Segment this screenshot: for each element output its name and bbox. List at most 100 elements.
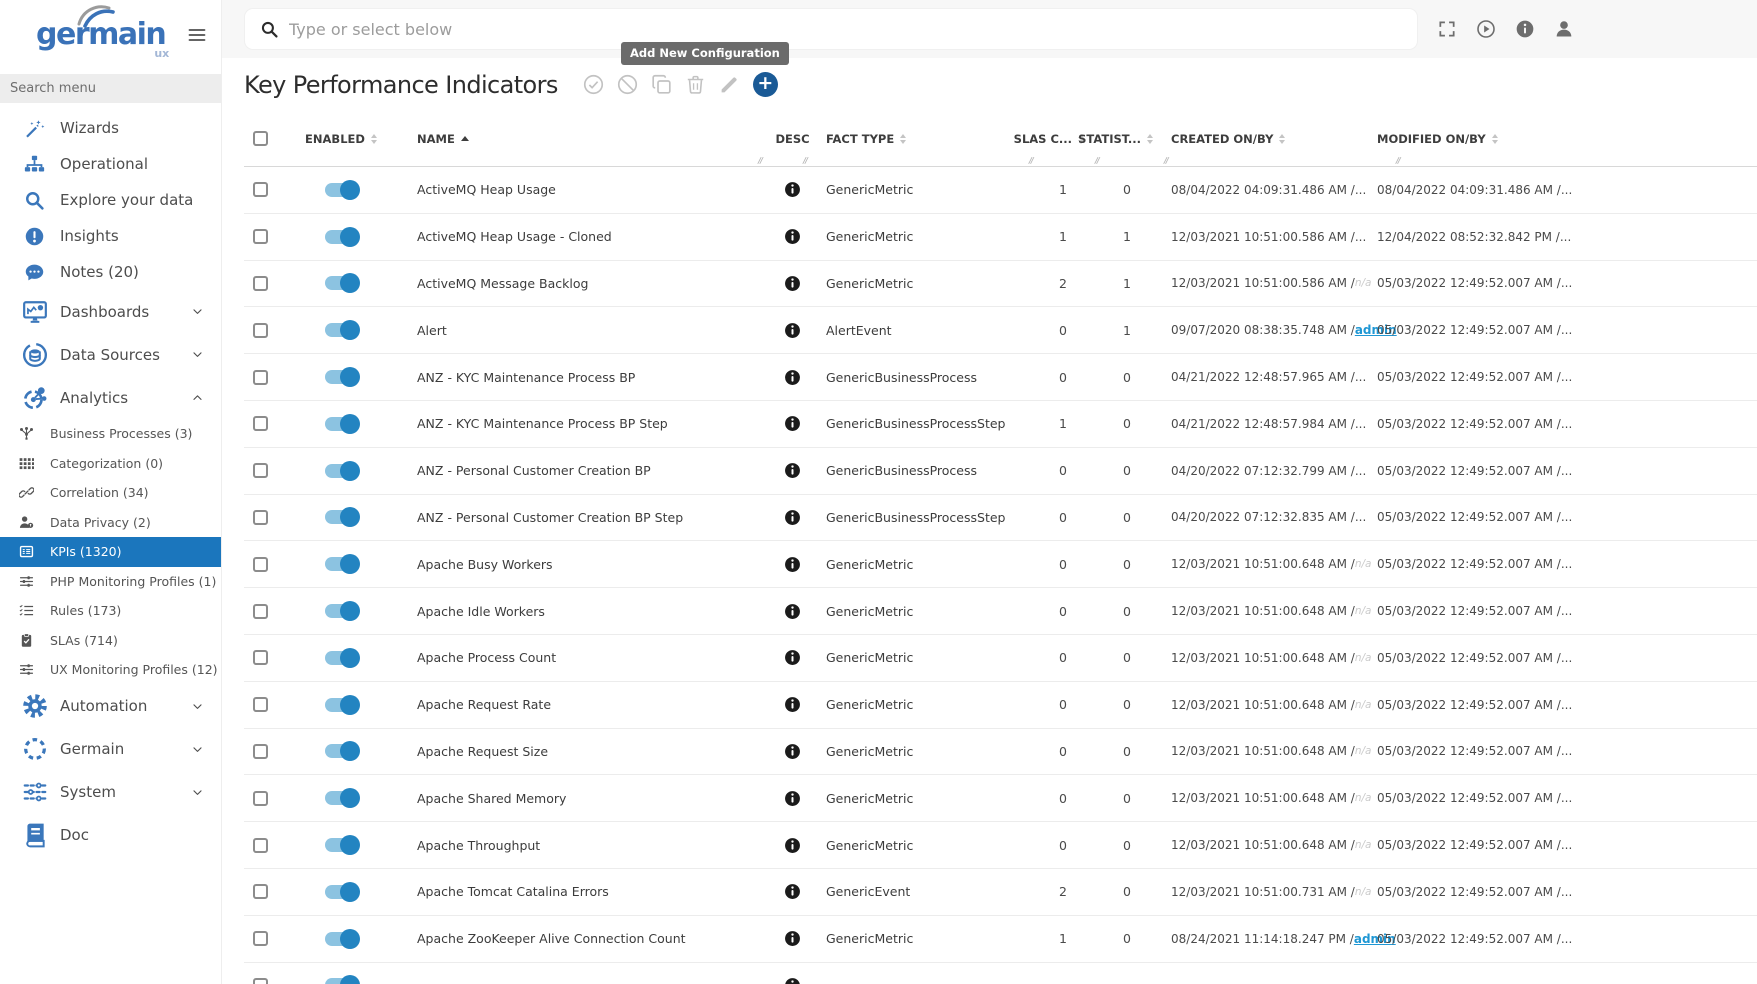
enabled-toggle[interactable] bbox=[325, 370, 358, 384]
sidebar-search-input[interactable] bbox=[10, 81, 190, 96]
description-info-icon[interactable] bbox=[784, 883, 801, 900]
column-resize-handle[interactable]: ∕∕ bbox=[1095, 156, 1099, 165]
column-header-slas-count[interactable]: SLAS C... ∕∕ bbox=[1005, 111, 1071, 166]
row-checkbox[interactable] bbox=[253, 650, 268, 665]
description-info-icon[interactable] bbox=[784, 837, 801, 854]
sidebar-subitem-slas-714[interactable]: SLAs (714) bbox=[0, 626, 221, 656]
column-resize-handle[interactable]: ∕∕ bbox=[1029, 156, 1033, 165]
row-checkbox[interactable] bbox=[253, 931, 268, 946]
kpi-name[interactable]: Apache Request Size bbox=[398, 729, 770, 775]
info-icon[interactable] bbox=[1515, 19, 1535, 39]
kpi-name[interactable]: ANZ - Personal Customer Creation BP bbox=[398, 448, 770, 494]
kpi-name[interactable]: Apache Shared Memory bbox=[398, 775, 770, 821]
description-info-icon[interactable] bbox=[784, 930, 801, 947]
sidebar-item-explore-your-data[interactable]: Explore your data bbox=[0, 182, 221, 218]
row-checkbox[interactable] bbox=[253, 510, 268, 525]
sidebar-item-operational[interactable]: Operational bbox=[0, 146, 221, 182]
sidebar-subitem-categorization-0[interactable]: Categorization (0) bbox=[0, 449, 221, 479]
enabled-toggle[interactable] bbox=[325, 557, 358, 571]
column-resize-handle[interactable]: ∕∕ bbox=[758, 156, 762, 165]
description-info-icon[interactable] bbox=[784, 415, 801, 432]
kpi-name[interactable]: Apache Request Rate bbox=[398, 682, 770, 728]
row-checkbox[interactable] bbox=[253, 884, 268, 899]
description-info-icon[interactable] bbox=[784, 181, 801, 198]
enabled-toggle[interactable] bbox=[325, 838, 358, 852]
sidebar-subitem-php-monitoring-profiles-1[interactable]: PHP Monitoring Profiles (1) bbox=[0, 567, 221, 597]
sidebar-item-wizards[interactable]: Wizards bbox=[0, 110, 221, 146]
disable-ban-circle-icon[interactable] bbox=[617, 74, 638, 95]
sort-icon[interactable] bbox=[1492, 134, 1498, 144]
row-checkbox[interactable] bbox=[253, 838, 268, 853]
sort-icon[interactable] bbox=[371, 134, 377, 144]
enabled-toggle[interactable] bbox=[325, 417, 358, 431]
description-info-icon[interactable] bbox=[784, 509, 801, 526]
enabled-toggle[interactable] bbox=[325, 791, 358, 805]
enabled-toggle[interactable] bbox=[325, 464, 358, 478]
enabled-toggle[interactable] bbox=[325, 276, 358, 290]
kpi-name[interactable]: Apache ZooKeeper Alive Connection Count bbox=[398, 916, 770, 962]
sidebar-search[interactable] bbox=[0, 74, 221, 103]
sidebar-subitem-kpis-1320[interactable]: KPIs (1320) bbox=[0, 537, 221, 567]
row-checkbox[interactable] bbox=[253, 323, 268, 338]
enabled-toggle[interactable] bbox=[325, 932, 358, 946]
enabled-toggle[interactable] bbox=[325, 744, 358, 758]
user-icon[interactable] bbox=[1554, 19, 1574, 39]
column-header-created-on-by[interactable]: CREATED ON/BY ∕∕ bbox=[1140, 111, 1372, 166]
enabled-toggle[interactable] bbox=[325, 698, 358, 712]
column-resize-handle[interactable]: ∕∕ bbox=[1164, 156, 1168, 165]
enabled-toggle[interactable] bbox=[325, 651, 358, 665]
sidebar-subitem-data-privacy-2[interactable]: Data Privacy (2) bbox=[0, 508, 221, 538]
sidebar-item-notes-20[interactable]: Notes (20) bbox=[0, 254, 221, 290]
enable-check-circle-icon[interactable] bbox=[583, 74, 604, 95]
column-header-name[interactable]: NAME ∕∕ bbox=[398, 111, 770, 166]
sort-icon[interactable] bbox=[900, 134, 906, 144]
enabled-toggle[interactable] bbox=[325, 604, 358, 618]
play-icon[interactable] bbox=[1476, 19, 1496, 39]
kpi-name[interactable]: ActiveMQ Heap Usage - Cloned bbox=[398, 214, 770, 260]
row-checkbox[interactable] bbox=[253, 604, 268, 619]
row-checkbox[interactable] bbox=[253, 744, 268, 759]
description-info-icon[interactable] bbox=[784, 696, 801, 713]
row-checkbox[interactable] bbox=[253, 791, 268, 806]
row-checkbox[interactable] bbox=[253, 276, 268, 291]
description-info-icon[interactable] bbox=[784, 228, 801, 245]
select-all-checkbox[interactable] bbox=[253, 131, 268, 146]
kpi-name[interactable]: ANZ - KYC Maintenance Process BP bbox=[398, 354, 770, 400]
column-resize-handle[interactable]: ∕∕ bbox=[1396, 156, 1400, 165]
row-checkbox[interactable] bbox=[253, 182, 268, 197]
hamburger-menu-icon[interactable] bbox=[187, 25, 207, 45]
enabled-toggle[interactable] bbox=[325, 323, 358, 337]
row-checkbox[interactable] bbox=[253, 229, 268, 244]
sort-asc-icon[interactable] bbox=[461, 136, 469, 141]
kpi-name[interactable]: Apache Busy Workers bbox=[398, 541, 770, 587]
column-header-enabled[interactable]: ENABLED bbox=[284, 111, 398, 166]
column-resize-handle[interactable]: ∕∕ bbox=[803, 156, 807, 165]
enabled-toggle[interactable] bbox=[325, 510, 358, 524]
kpi-name[interactable]: ANZ - Personal Customer Creation BP Step bbox=[398, 495, 770, 541]
sidebar-subitem-correlation-34[interactable]: Correlation (34) bbox=[0, 478, 221, 508]
fullscreen-icon[interactable] bbox=[1437, 19, 1457, 39]
row-checkbox[interactable] bbox=[253, 978, 268, 984]
sidebar-item-analytics[interactable]: Analytics bbox=[0, 376, 221, 419]
description-info-icon[interactable] bbox=[784, 275, 801, 292]
kpi-name[interactable]: ANZ - KYC Maintenance Process BP Step bbox=[398, 401, 770, 447]
description-info-icon[interactable] bbox=[784, 322, 801, 339]
germain-logo[interactable]: germain ux bbox=[36, 20, 165, 50]
sidebar-subitem-rules-173[interactable]: Rules (173) bbox=[0, 596, 221, 626]
sort-icon[interactable] bbox=[1279, 134, 1285, 144]
row-checkbox[interactable] bbox=[253, 416, 268, 431]
description-info-icon[interactable] bbox=[784, 603, 801, 620]
sidebar-item-data-sources[interactable]: Data Sources bbox=[0, 333, 221, 376]
row-checkbox[interactable] bbox=[253, 370, 268, 385]
description-info-icon[interactable] bbox=[784, 649, 801, 666]
global-search-box[interactable] bbox=[244, 8, 1418, 50]
row-checkbox[interactable] bbox=[253, 463, 268, 478]
kpi-name[interactable] bbox=[398, 963, 770, 984]
description-info-icon[interactable] bbox=[784, 977, 801, 984]
sidebar-item-insights[interactable]: Insights bbox=[0, 218, 221, 254]
clone-copy-icon[interactable] bbox=[651, 74, 672, 95]
column-header-fact-type[interactable]: FACT TYPE bbox=[815, 111, 1005, 166]
add-configuration-button[interactable]: + bbox=[753, 72, 778, 97]
column-header-modified-on-by[interactable]: MODIFIED ON/BY ∕∕ bbox=[1372, 111, 1570, 166]
row-checkbox[interactable] bbox=[253, 557, 268, 572]
